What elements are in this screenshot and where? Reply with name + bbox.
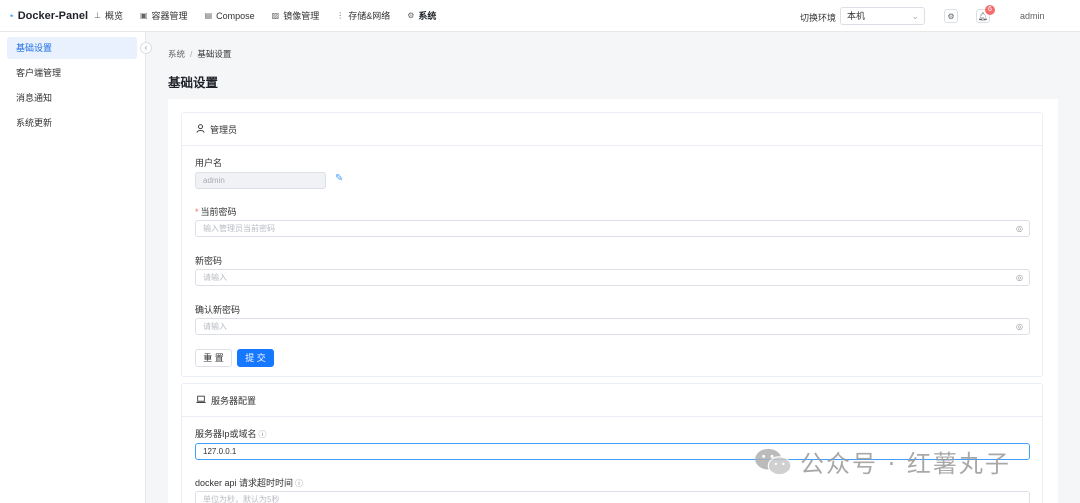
nav-label: 存储&网络 xyxy=(348,11,391,21)
nav-system[interactable]: ⚙ 系统 xyxy=(407,9,436,22)
env-select[interactable]: 本机 ⌄ xyxy=(840,7,925,25)
watermark-text: 公众号 · 红薯丸子 xyxy=(800,450,1011,478)
admin-card: 管理员 用户名 admin ✎ * 当前密码 输入管理员当前密码 ◎ 新密码 请输… xyxy=(181,112,1043,377)
nav-label: 容器管理 xyxy=(151,11,188,21)
gear-icon: ⚙ xyxy=(947,11,955,21)
gear-icon: ⚙ xyxy=(407,11,415,20)
env-select-value: 本机 xyxy=(847,11,866,21)
chart-icon: ⊥ xyxy=(94,11,101,20)
timeout-field[interactable]: 单位为秒，默认为5秒 xyxy=(195,491,1030,503)
new-password-label: 新密码 xyxy=(195,256,223,266)
nav-storage-network[interactable]: ⋮ 存储&网络 xyxy=(336,9,390,22)
sidebar-item-notifications[interactable]: 消息通知 xyxy=(7,87,137,109)
breadcrumb-parent[interactable]: 系统 xyxy=(168,49,185,59)
container-icon: ▣ xyxy=(139,11,148,20)
sidebar-item-basic-settings[interactable]: 基础设置 xyxy=(7,37,137,59)
current-password-field[interactable]: 输入管理员当前密码 ◎ xyxy=(195,220,1030,237)
nav-label: 镜像管理 xyxy=(283,11,320,21)
nav-images[interactable]: ▨ 镜像管理 xyxy=(272,9,320,22)
username-label: 用户名 xyxy=(195,158,223,168)
nav-containers[interactable]: ▣ 容器管理 xyxy=(140,9,188,22)
nav-label: Compose xyxy=(216,10,255,21)
top-bar: Docker-Panel ⊥ 概览 ▣ 容器管理 ▤ Compose ▨ 镜像管理 ⋮ 存… xyxy=(0,0,1080,32)
page-title: 基础设置 xyxy=(168,76,219,90)
timeout-label-text: docker api 请求超时时间 xyxy=(195,478,294,488)
eye-hidden-icon[interactable]: ◎ xyxy=(1016,319,1023,334)
edit-icon[interactable]: ✎ xyxy=(335,173,343,184)
nav-label: 系统 xyxy=(418,11,437,21)
current-password-label: * 当前密码 xyxy=(195,205,237,218)
brand-name: Docker-Panel xyxy=(17,9,88,22)
sidebar-item-clients[interactable]: 客户端管理 xyxy=(7,62,137,84)
main-content: 系统 / 基础设置 基础设置 管理员 用户名 admin ✎ * 当前密码 输入管理员… xyxy=(146,32,1080,503)
eye-hidden-icon[interactable]: ◎ xyxy=(1016,221,1023,236)
nav-overview[interactable]: ⊥ 概览 xyxy=(94,9,123,22)
confirm-password-placeholder: 请输入 xyxy=(203,322,227,331)
chevron-down-icon: ⌄ xyxy=(911,11,919,21)
required-mark: * xyxy=(195,207,199,217)
settings-button[interactable]: ⚙ xyxy=(944,9,958,23)
username-field: admin xyxy=(195,172,326,189)
env-switch-label: 切换环境 xyxy=(800,13,837,23)
current-password-label-text: 当前密码 xyxy=(200,207,237,217)
wechat-logo-icon xyxy=(755,448,792,475)
breadcrumb-current: 基础设置 xyxy=(197,49,232,59)
image-icon: ▨ xyxy=(271,11,280,20)
question-circle-icon[interactable]: ⓘ xyxy=(259,430,267,439)
server-card-header: 服务器配置 xyxy=(182,384,1042,417)
nav-compose[interactable]: ▤ Compose xyxy=(205,11,255,21)
notification-badge: 6 xyxy=(985,5,995,15)
question-circle-icon[interactable]: ⓘ xyxy=(295,479,303,488)
sidebar: 基础设置 客户端管理 消息通知 系统更新 xyxy=(0,32,146,503)
breadcrumb-separator: / xyxy=(190,49,193,59)
host-label-text: 服务器Ip或域名 xyxy=(195,429,257,439)
submit-button[interactable]: 提 交 xyxy=(237,349,274,367)
nav-label: 概览 xyxy=(104,11,123,21)
timeout-label: docker api 请求超时时间 ⓘ xyxy=(195,476,303,489)
eye-hidden-icon[interactable]: ◎ xyxy=(1016,270,1023,285)
admin-card-title: 管理员 xyxy=(210,124,238,135)
docker-logo-icon xyxy=(10,14,14,17)
sidebar-item-system-update[interactable]: 系统更新 xyxy=(7,112,137,134)
brand[interactable]: Docker-Panel xyxy=(0,10,88,22)
confirm-password-label: 确认新密码 xyxy=(195,305,241,315)
compose-icon: ▤ xyxy=(204,11,213,20)
user-icon xyxy=(196,123,205,135)
admin-card-header: 管理员 xyxy=(182,113,1042,146)
laptop-icon xyxy=(196,395,206,406)
watermark: 公众号 · 红薯丸子 xyxy=(754,444,1011,479)
server-card-title: 服务器配置 xyxy=(211,395,257,406)
breadcrumb: 系统 / 基础设置 xyxy=(168,48,231,60)
more-vertical-icon: ⋮ xyxy=(336,11,345,20)
new-password-placeholder: 请输入 xyxy=(203,273,227,282)
main-nav: ⊥ 概览 ▣ 容器管理 ▤ Compose ▨ 镜像管理 ⋮ 存储&网络 ⚙ 系统 xyxy=(94,9,453,22)
user-menu[interactable]: admin xyxy=(1020,11,1045,21)
host-label: 服务器Ip或域名 ⓘ xyxy=(195,427,267,440)
server-card: 服务器配置 服务器Ip或域名 ⓘ 127.0.0.1 docker api 请求超… xyxy=(181,383,1043,503)
confirm-password-field[interactable]: 请输入 ◎ xyxy=(195,318,1030,335)
timeout-placeholder: 单位为秒，默认为5秒 xyxy=(203,495,280,503)
new-password-field[interactable]: 请输入 ◎ xyxy=(195,269,1030,286)
settings-panel: 管理员 用户名 admin ✎ * 当前密码 输入管理员当前密码 ◎ 新密码 请输… xyxy=(168,99,1058,503)
current-password-placeholder: 输入管理员当前密码 xyxy=(203,224,275,233)
reset-button[interactable]: 重 置 xyxy=(195,349,232,367)
